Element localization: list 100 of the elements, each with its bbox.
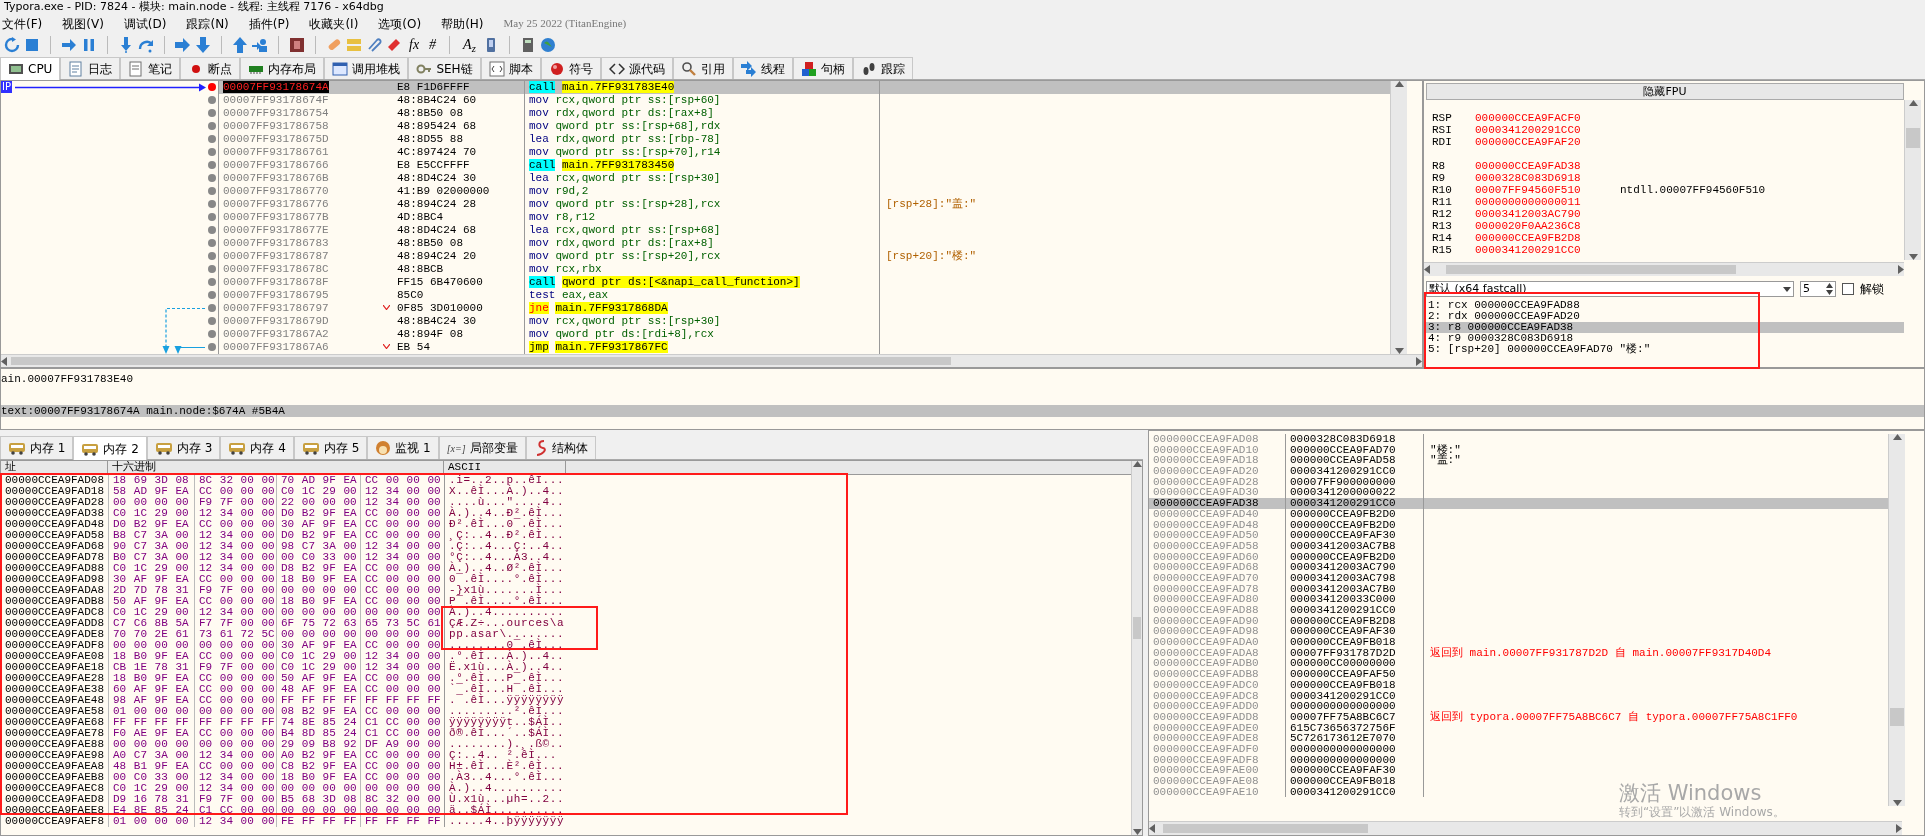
menu-item[interactable]: 插件(P) [248,14,290,33]
argument-item[interactable]: 5: [rsp+20] 000000CCEA9FAD70 "楼:" [1426,344,1904,355]
toolbar-button[interactable]: A$_{z}$ [460,37,479,53]
breakpoint-dot[interactable] [208,135,216,143]
breakpoint-dot[interactable] [208,174,216,182]
arrow-left-icon[interactable] [1149,824,1155,833]
arrow-up-icon[interactable] [1892,434,1902,440]
scrollbar[interactable] [1131,461,1142,835]
tab[interactable]: 结构体 [525,436,596,459]
arrow-up-icon[interactable] [1394,81,1404,87]
register-name[interactable]: R15 [1432,244,1475,256]
column-header[interactable]: 十六进制 [108,461,444,474]
trace-into-icon[interactable] [175,37,191,53]
breakpoint-dot[interactable] [208,226,216,234]
column-header[interactable]: 址 [1,461,108,474]
scrollbar[interactable] [1904,100,1921,260]
count-spinner[interactable]: 5 [1800,281,1836,297]
breakpoint-dot[interactable] [208,187,216,195]
arrow-right-icon[interactable] [1898,265,1904,274]
paperclip-icon[interactable] [366,37,382,53]
tab[interactable]: 笔记 [120,57,181,79]
menu-item[interactable]: 收藏夹(I) [309,14,359,33]
register-name[interactable]: R13 [1432,220,1475,232]
tab[interactable]: 脚本 [480,57,541,79]
breakpoint-dot[interactable] [208,265,216,273]
breakpoint-dot[interactable] [208,343,216,351]
tab[interactable]: [x=] 局部变量 [438,436,526,459]
tab[interactable]: 内存 3 [146,436,221,459]
scrollbar[interactable] [1,354,1422,367]
arrow-right-icon[interactable] [1896,824,1902,833]
globe-icon[interactable] [539,37,556,53]
menu-item[interactable]: 跟踪(N) [186,14,229,33]
register-name[interactable]: R12 [1432,208,1475,220]
script-icon[interactable] [289,37,305,53]
register-value[interactable]: 0000341200291CC0 [1475,124,1620,136]
register-name[interactable]: R10 [1432,184,1475,196]
register-value[interactable]: 0000020F0AA236C8 [1475,220,1620,232]
breakpoint-dot[interactable] [208,83,216,91]
scrollbar[interactable] [1390,81,1407,354]
breakpoint-dot[interactable] [208,330,216,338]
register-value[interactable]: 0000328C083D6918 [1475,172,1620,184]
tab[interactable]: 日志 [60,57,121,79]
register-name[interactable]: R11 [1432,196,1475,208]
menu-item[interactable]: 调试(D) [123,14,167,33]
user-run-icon[interactable] [252,37,268,53]
tab[interactable]: 内存 4 [220,436,294,459]
register-name[interactable]: RSP [1432,112,1475,124]
breakpoint-dot[interactable] [208,148,216,156]
scrollbar-thumb[interactable] [1890,708,1904,726]
toolbar-button[interactable]: # [426,37,440,53]
tab[interactable]: 内存 2 [73,436,147,460]
arrow-down-icon[interactable] [1908,254,1918,260]
register-name[interactable]: RSI [1432,124,1475,136]
scrollbar-thumb[interactable] [1446,265,1736,274]
breakpoint-dot[interactable] [208,122,216,130]
register-value[interactable]: 000000CCEA9FB2D8 [1475,232,1620,244]
tab[interactable]: 句柄 [792,57,853,79]
arrow-down-icon[interactable] [1892,800,1902,806]
arrow-left-icon[interactable] [1,356,7,366]
run-arrow-icon[interactable] [61,37,77,53]
tab[interactable]: 断点 [180,57,241,79]
trace-down-icon[interactable] [195,37,211,53]
tab[interactable]: 线程 [732,57,793,79]
tab[interactable]: 调用堆栈 [324,57,409,79]
breakpoint-dot[interactable] [208,278,216,286]
argument-item[interactable]: 1: rcx 000000CCEA9FAD88 [1426,300,1904,311]
argument-item[interactable]: 3: r8 000000CCEA9FAD38 [1426,322,1904,333]
stop-icon[interactable] [24,37,40,53]
register-name[interactable]: RDI [1432,136,1475,148]
arrow-right-icon[interactable] [1416,356,1422,366]
menu-item[interactable]: 选项(O) [378,14,422,33]
breakpoint-dot[interactable] [208,213,216,221]
tab[interactable]: 引用 [672,57,733,79]
scrollbar-thumb[interactable] [1906,128,1920,148]
pause-icon[interactable] [81,37,97,53]
scrollbar-thumb[interactable] [11,357,951,365]
arrow-down-icon[interactable] [1394,348,1404,354]
tab[interactable]: CPU [0,57,61,80]
breakpoint-dot[interactable] [208,200,216,208]
bookmark-icon[interactable] [386,37,402,53]
breakpoint-dot[interactable] [208,96,216,104]
arrow-up-icon[interactable] [1908,100,1918,106]
breakpoint-dot[interactable] [208,252,216,260]
column-header[interactable]: ASCII [444,461,566,474]
arrow-left-icon[interactable] [1424,265,1430,274]
register-value[interactable]: 0000000000000011 [1475,196,1620,208]
restart-icon[interactable] [4,37,20,53]
register-name[interactable]: R8 [1432,160,1475,172]
tab[interactable]: SEH链 [408,57,481,79]
tab[interactable]: 内存 5 [293,436,368,459]
breakpoint-dot[interactable] [208,317,216,325]
tab[interactable]: 符号 [540,57,601,79]
breakpoint-dot[interactable] [208,239,216,247]
scrollbar[interactable] [1888,434,1905,806]
register-value[interactable]: 000000CCEA9FAF20 [1475,136,1620,148]
menu-item[interactable]: 文件(F) [2,14,43,33]
breakpoint-dot[interactable] [208,161,216,169]
menu-item[interactable]: 帮助(H) [441,14,484,33]
breakpoint-dot[interactable] [208,304,216,312]
tab[interactable]: 内存布局 [240,57,325,79]
